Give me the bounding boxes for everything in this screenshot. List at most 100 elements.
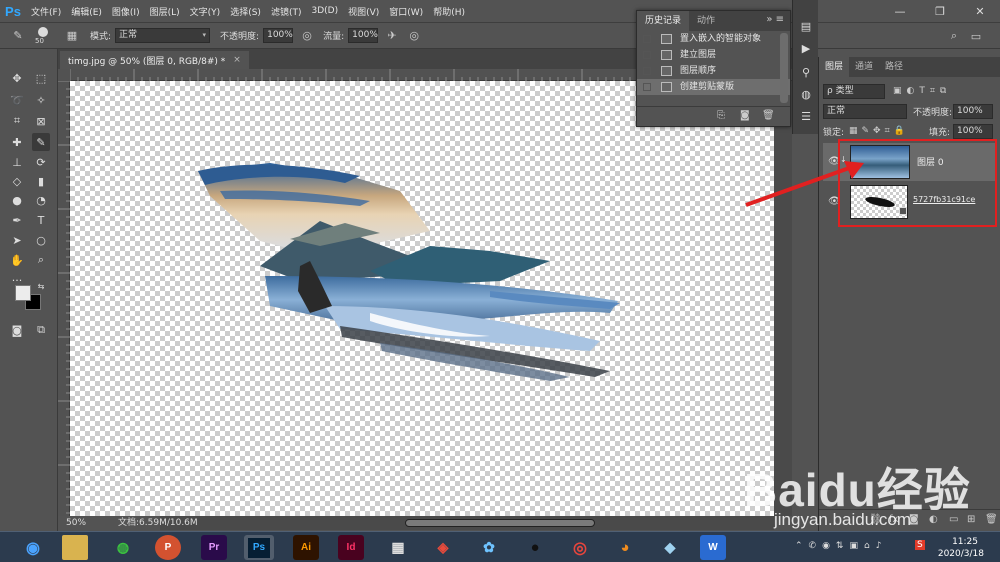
tab-history[interactable]: 历史记录: [637, 11, 690, 31]
powerpoint-icon[interactable]: P: [155, 535, 181, 560]
play-action-icon[interactable]: ▶: [798, 40, 814, 56]
new-layer-icon[interactable]: ⊞: [967, 514, 975, 525]
history-item[interactable]: 建立图层: [637, 47, 790, 63]
clone-stamp-icon[interactable]: ⊥: [8, 153, 26, 171]
adjustments-icon[interactable]: ◍: [798, 86, 814, 102]
menu-image[interactable]: 图像(I): [107, 5, 145, 18]
document-tab[interactable]: timg.jpg @ 50% (图层 0, RGB/8#) * ×: [60, 51, 249, 69]
workspace-icon[interactable]: ▭: [968, 28, 984, 44]
adjustment-layer-icon[interactable]: ◐: [929, 514, 938, 525]
panel-menu-icon[interactable]: » ≡: [766, 14, 784, 25]
clock-time[interactable]: 11:25: [952, 537, 978, 547]
zoom-tool-icon[interactable]: ⌕: [32, 251, 50, 269]
vertical-scrollbar[interactable]: [774, 81, 792, 516]
gradient-icon[interactable]: ▮: [32, 172, 50, 190]
trash-icon[interactable]: 🗑: [762, 110, 775, 121]
screen-mode-icon[interactable]: ⧉: [32, 321, 50, 339]
filter-icons[interactable]: ▣◐T⌗⧉: [893, 86, 951, 96]
start-button-icon[interactable]: ◉: [18, 535, 48, 560]
app-icon[interactable]: ◈: [428, 535, 458, 560]
restore-button[interactable]: ❐: [920, 0, 960, 23]
menu-file[interactable]: 文件(F): [26, 5, 66, 18]
swap-colors-icon[interactable]: ⇆: [36, 281, 46, 291]
history-item-selected[interactable]: 创建剪贴蒙版: [637, 79, 790, 95]
foreground-color-swatch[interactable]: [15, 285, 31, 301]
indesign-icon[interactable]: Id: [338, 535, 364, 560]
eyedropper-icon[interactable]: ⊠: [32, 112, 50, 130]
chrome-icon[interactable]: ◎: [565, 535, 595, 560]
history-panel-icon[interactable]: ▤: [798, 18, 814, 34]
pen-tool-icon[interactable]: ✒: [8, 211, 26, 229]
link-icon[interactable]: ⛓: [869, 514, 882, 525]
app-icon[interactable]: ◕: [610, 535, 640, 560]
blend-mode-select[interactable]: 正常: [823, 103, 907, 119]
brush-settings-icon[interactable]: ⚲: [798, 64, 814, 80]
group-icon[interactable]: ▭: [949, 514, 958, 525]
blur-tool-icon[interactable]: ●: [8, 191, 26, 209]
pressure-size-icon[interactable]: ◎: [406, 28, 422, 44]
qq-icon[interactable]: ●: [520, 535, 550, 560]
layer-filter-select[interactable]: ρ 类型: [823, 83, 885, 99]
hand-tool-icon[interactable]: ✋: [8, 251, 26, 269]
tab-paths[interactable]: 路径: [879, 57, 909, 77]
healing-brush-icon[interactable]: ✚: [8, 133, 26, 151]
history-item[interactable]: 置入嵌入的智能对象: [637, 31, 790, 47]
brush-tool-icon[interactable]: ✎: [32, 133, 50, 151]
menu-select[interactable]: 选择(S): [225, 5, 266, 18]
menu-filter[interactable]: 滤镜(T): [266, 5, 307, 18]
illustrator-icon[interactable]: Ai: [293, 535, 319, 560]
crop-tool-icon[interactable]: ⌗: [8, 112, 26, 130]
dodge-tool-icon[interactable]: ◔: [32, 191, 50, 209]
menu-help[interactable]: 帮助(H): [428, 5, 470, 18]
wps-icon[interactable]: W: [700, 535, 726, 560]
brush-tool-icon[interactable]: ✎: [10, 28, 26, 44]
video-editor-icon[interactable]: ▦: [383, 535, 413, 560]
premiere-icon[interactable]: Pr: [201, 535, 227, 560]
scrollbar-thumb[interactable]: [405, 519, 595, 527]
close-button[interactable]: ✕: [960, 0, 1000, 23]
app-icon[interactable]: ◆: [655, 535, 685, 560]
horizontal-scrollbar[interactable]: [160, 516, 774, 530]
search-icon[interactable]: ⌕: [946, 28, 962, 44]
layer-opacity-input[interactable]: 100%: [953, 103, 993, 119]
mask-icon[interactable]: ◙: [909, 514, 919, 525]
move-tool-icon[interactable]: ✥: [8, 69, 26, 87]
eraser-icon[interactable]: ◇: [8, 172, 26, 190]
menu-edit[interactable]: 编辑(E): [66, 5, 107, 18]
file-explorer-icon[interactable]: [62, 535, 88, 560]
lasso-tool-icon[interactable]: ➰: [8, 91, 26, 109]
snapshot-icon[interactable]: ◙: [740, 110, 750, 121]
marquee-tool-icon[interactable]: ⬚: [32, 69, 50, 87]
properties-icon[interactable]: ☰: [798, 108, 814, 124]
clock-date[interactable]: 2020/3/18: [938, 549, 984, 559]
minimize-button[interactable]: —: [880, 0, 920, 23]
ime-icon[interactable]: S: [915, 540, 925, 550]
mode-select[interactable]: 正常 ▾: [115, 28, 211, 43]
type-tool-icon[interactable]: T: [32, 211, 50, 229]
ellipse-tool-icon[interactable]: ○: [32, 231, 50, 249]
tab-actions[interactable]: 动作: [689, 11, 723, 31]
history-brush-icon[interactable]: ⟳: [32, 153, 50, 171]
menu-layer[interactable]: 图层(L): [145, 5, 185, 18]
menu-type[interactable]: 文字(Y): [185, 5, 226, 18]
new-document-icon[interactable]: ⎘: [717, 110, 725, 121]
pressure-opacity-icon[interactable]: ◎: [299, 28, 315, 44]
zoom-level[interactable]: 50%: [58, 516, 98, 530]
opacity-input[interactable]: 100%: [263, 28, 294, 43]
app-icon[interactable]: ✿: [474, 535, 504, 560]
fill-input[interactable]: 100%: [953, 123, 993, 139]
trash-icon[interactable]: 🗑: [985, 514, 998, 525]
path-select-icon[interactable]: ➤: [8, 231, 26, 249]
airbrush-icon[interactable]: ✈: [384, 28, 400, 44]
wechat-icon[interactable]: ◍: [108, 535, 138, 560]
fx-icon[interactable]: fx: [889, 514, 898, 525]
quick-mask-icon[interactable]: ◙: [8, 321, 26, 339]
history-item[interactable]: 图层顺序: [637, 63, 790, 79]
canvas-area[interactable]: [70, 81, 792, 516]
brush-preset-picker[interactable]: 50: [32, 26, 58, 46]
tray-icons[interactable]: ⌃✆◉⇅▣⌂♪: [795, 541, 887, 551]
photoshop-taskbar-button[interactable]: Ps: [244, 535, 274, 560]
menu-3d[interactable]: 3D(D): [306, 6, 343, 16]
menu-window[interactable]: 窗口(W): [384, 5, 428, 18]
document-size-info[interactable]: 文档:6.59M/10.6M: [118, 516, 198, 530]
